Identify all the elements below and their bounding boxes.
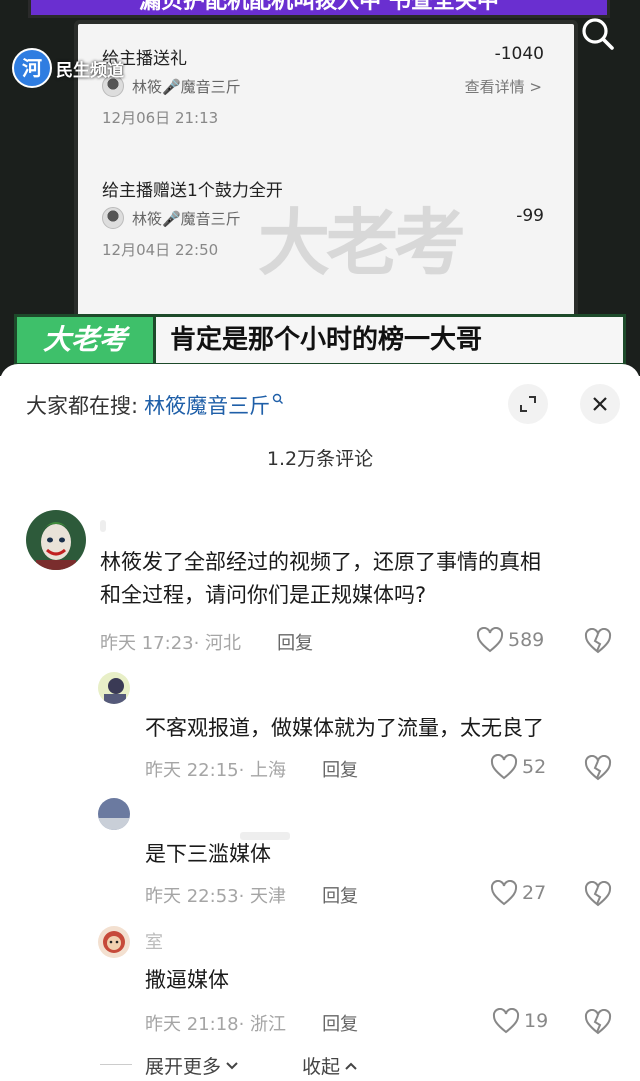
close-button[interactable] (580, 384, 620, 424)
replies-footer: 展开更多 收起 (0, 1050, 640, 1081)
heart-icon (476, 627, 504, 653)
dislike-button[interactable] (584, 1008, 612, 1039)
search-button[interactable] (578, 14, 618, 54)
expand-more-button[interactable]: 展开更多 (145, 1052, 239, 1079)
like-count: 52 (522, 756, 547, 778)
channel-logo: 河 民生频道 (12, 48, 124, 88)
transaction-title: 给主播送礼 (102, 49, 187, 69)
transaction-time: 12月06日 21:13 (102, 109, 219, 127)
reply-button[interactable]: 回复 (322, 756, 358, 782)
trending-search-keyword[interactable]: 林筱魔音三斤 (144, 390, 270, 420)
comment-location: · 河北 (193, 633, 242, 654)
like-button[interactable]: 52 (490, 754, 546, 780)
like-count: 19 (524, 1010, 549, 1032)
expand-icon (520, 396, 536, 412)
search-small-icon (272, 393, 284, 409)
avatar[interactable] (98, 798, 130, 830)
comment-location: · 上海 (238, 760, 287, 781)
like-count: 27 (522, 882, 547, 904)
channel-logo-icon: 河 (12, 48, 52, 88)
transaction-user-name: 林筱🎤魔音三斤 (132, 77, 241, 96)
subtitle-logo: 大老考 (14, 314, 156, 366)
comment-text: 不客观报道，做媒体就为了流量，太无良了 (145, 716, 544, 740)
comment-text: 是下三滥媒体 (145, 842, 271, 866)
video-subtitle: 大老考 肯定是那个小时的榜一大哥 (14, 314, 626, 366)
transaction-user: 林筱🎤魔音三斤 查看详情 > (102, 75, 552, 97)
recorded-phone-screen: 给主播送礼 -1040 林筱🎤魔音三斤 查看详情 > 12月06日 21:13 … (78, 24, 574, 324)
reply-button[interactable]: 回复 (322, 1010, 358, 1036)
heart-icon (492, 1008, 520, 1034)
transaction-amount: -1040 (494, 44, 544, 64)
video-top-banner: 漏贝护配机配机叫拨入中 书查全关中 (28, 0, 610, 18)
comment-text: 撒逼媒体 (145, 968, 229, 992)
search-icon (582, 18, 614, 50)
channel-logo-text: 民生频道 (56, 60, 124, 81)
comment-location: · 天津 (238, 886, 287, 907)
user-avatar (102, 207, 124, 229)
comment-text-line: 林筱发了全部经过的视频了，还原了事情的真相 (100, 550, 541, 574)
like-button[interactable]: 19 (492, 1008, 548, 1034)
comment-meta: 昨天 22:53 · 天津 回复 (145, 882, 358, 908)
broken-heart-icon (584, 1008, 612, 1035)
video-player[interactable]: 漏贝护配机配机叫拨入中 书查全关中 给主播送礼 -1040 林筱🎤魔音三斤 查看… (0, 0, 640, 376)
expand-sheet-button[interactable] (508, 384, 548, 424)
comment-location: · 浙江 (238, 1014, 287, 1035)
avatar[interactable] (26, 510, 86, 570)
comment-time: 昨天 17:23 (100, 633, 194, 654)
broken-heart-icon (584, 754, 612, 781)
broken-heart-icon (584, 880, 612, 907)
comment-meta: 昨天 22:15 · 上海 回复 (145, 756, 358, 782)
video-watermark: 大老考 (258, 201, 466, 285)
comment-time: 昨天 21:18 (145, 1014, 239, 1035)
comment-text-line: 和全过程，请问你们是正规媒体吗? (100, 583, 427, 607)
comment-time: 昨天 22:15 (145, 760, 239, 781)
dislike-button[interactable] (584, 880, 612, 911)
avatar[interactable] (98, 672, 130, 704)
transaction-amount: -99 (516, 206, 544, 226)
like-count: 589 (508, 629, 545, 651)
collapse-button[interactable]: 收起 (302, 1052, 358, 1079)
dislike-button[interactable] (584, 627, 612, 658)
divider-line (100, 1064, 132, 1065)
transaction-item: 给主播送礼 -1040 林筱🎤魔音三斤 查看详情 > 12月06日 21:13 (102, 44, 552, 128)
subtitle-text: 肯定是那个小时的榜一大哥 (156, 314, 626, 366)
close-icon (593, 397, 607, 411)
reply-button[interactable]: 回复 (322, 882, 358, 908)
avatar[interactable] (98, 926, 130, 958)
comment-meta: 昨天 21:18 · 浙江 回复 (145, 1010, 358, 1036)
comment-count: 1.2万条评论 (266, 448, 374, 470)
reply-button[interactable]: 回复 (277, 629, 313, 655)
chevron-up-icon (345, 1062, 357, 1070)
username-hidden (100, 520, 106, 532)
heart-icon (490, 754, 518, 780)
collapse-label: 收起 (302, 1056, 341, 1078)
like-button[interactable]: 27 (490, 880, 546, 906)
dislike-button[interactable] (584, 754, 612, 785)
trending-search-prefix: 大家都在搜: (26, 394, 139, 418)
transaction-user-name: 林筱🎤魔音三斤 (132, 209, 241, 228)
comment-time: 昨天 22:53 (145, 886, 239, 907)
username-partial[interactable]: 室 (145, 928, 163, 954)
trending-search[interactable]: 大家都在搜: 林筱魔音三斤 (26, 390, 284, 420)
transaction-detail-link: 查看详情 > (464, 77, 542, 96)
comment-meta: 昨天 17:23 · 河北 回复 (100, 629, 313, 655)
comment-text: 林筱发了全部经过的视频了，还原了事情的真相 和全过程，请问你们是正规媒体吗? (100, 546, 541, 612)
expand-more-label: 展开更多 (145, 1056, 222, 1078)
chevron-down-icon (226, 1061, 238, 1069)
heart-icon (490, 880, 518, 906)
like-button[interactable]: 589 (476, 627, 544, 653)
broken-heart-icon (584, 627, 612, 654)
